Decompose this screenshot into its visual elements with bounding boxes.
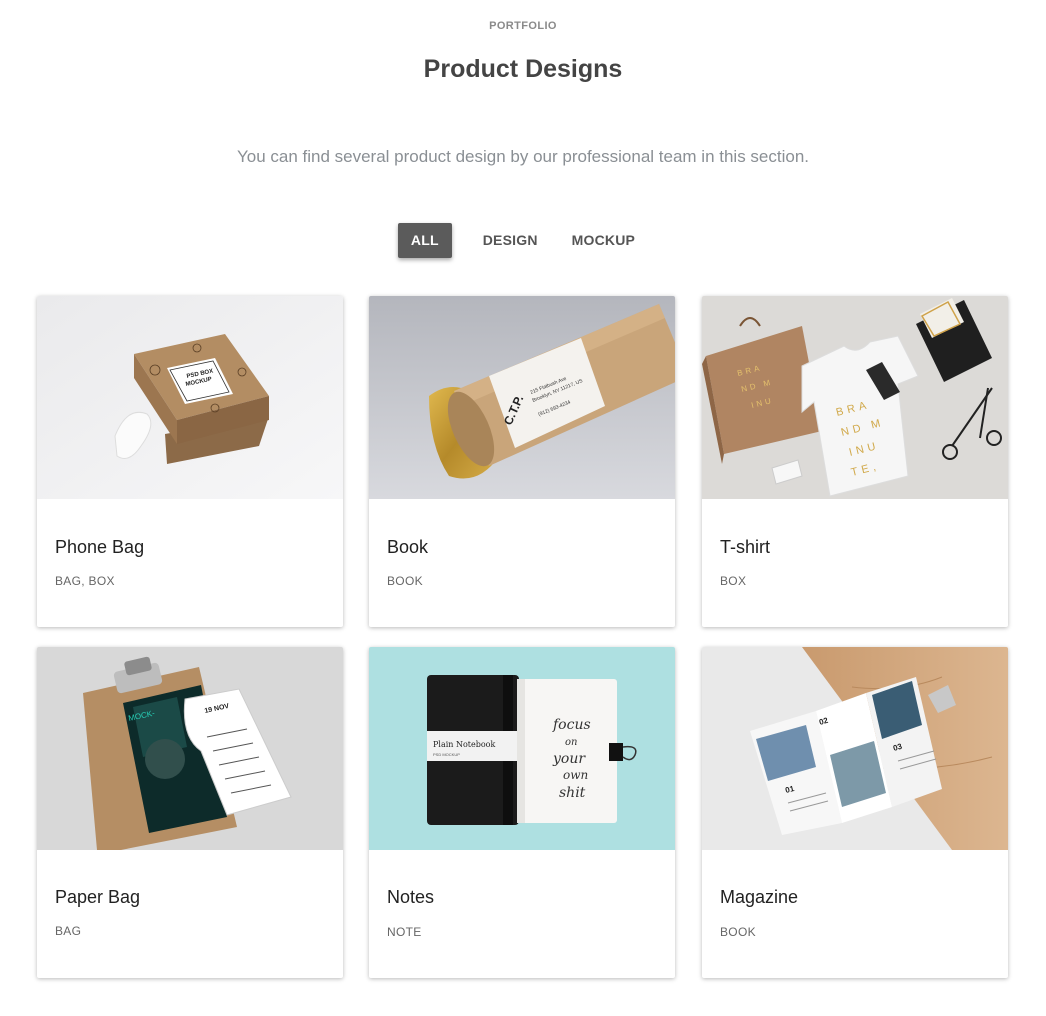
portfolio-card-book[interactable]: C.T.P. 215 Flatbush Ave Brooklyn, NY 112… [369,296,675,627]
clipboard-poster-image: MOCK- 19 NOV [37,647,343,850]
page-subtitle: You can find several product design by o… [236,147,810,166]
kraft-box-image: PSD BOX MOCKUP [37,296,343,499]
svg-text:own: own [563,768,588,782]
portfolio-card-notes[interactable]: Plain Notebook PSD MOCKUP focus on your … [369,647,675,978]
filter-design-button[interactable]: DESIGN [470,223,551,258]
card-tags: BOOK [387,574,423,588]
card-tags: BAG, BOX [55,574,115,588]
card-tags: BOX [720,574,747,588]
card-title: Magazine [720,887,799,907]
notebook-script-text: focus [552,717,591,733]
portfolio-card-phone-bag[interactable]: PSD BOX MOCKUP Phone Bag BAG, BOX [37,296,343,627]
kraft-tube-image: C.T.P. 215 Flatbush Ave Brooklyn, NY 112… [369,296,675,499]
portfolio-card-paper-bag[interactable]: MOCK- 19 NOV Paper Bag BAG [37,647,343,978]
card-title: Notes [387,887,435,907]
card-title: T-shirt [720,537,771,557]
portfolio-card-magazine[interactable]: 01 02 03 Magazine BOOK [702,647,1008,978]
card-title: Book [387,537,429,557]
svg-text:shit: shit [559,785,586,801]
filter-all-button[interactable]: ALL [397,223,452,258]
page-title: Product Designs [423,55,623,83]
branding-tshirt-image: BRA ND M INU BRA ND M INU TE, [702,296,1008,499]
svg-text:PSD MOCKUP: PSD MOCKUP [433,752,460,757]
portfolio-card-t-shirt[interactable]: BRA ND M INU BRA ND M INU TE, T-shirt BO… [702,296,1008,627]
notebook-image: Plain Notebook PSD MOCKUP focus on your … [369,647,675,850]
svg-text:on: on [565,737,577,748]
filter-mockup-button[interactable]: MOCKUP [559,223,648,258]
portfolio-eyebrow: PORTFOLIO [489,20,557,32]
trifold-magazine-image: 01 02 03 [702,647,1008,850]
card-title: Phone Bag [55,537,145,557]
notebook-title-text: Plain Notebook [433,740,495,749]
filter-tabs: ALL DESIGN MOCKUP [0,223,1046,259]
card-tags: BAG [55,924,82,938]
svg-text:your: your [552,751,586,767]
card-tags: BOOK [720,925,756,939]
card-tags: NOTE [387,925,422,939]
card-title: Paper Bag [55,887,141,907]
